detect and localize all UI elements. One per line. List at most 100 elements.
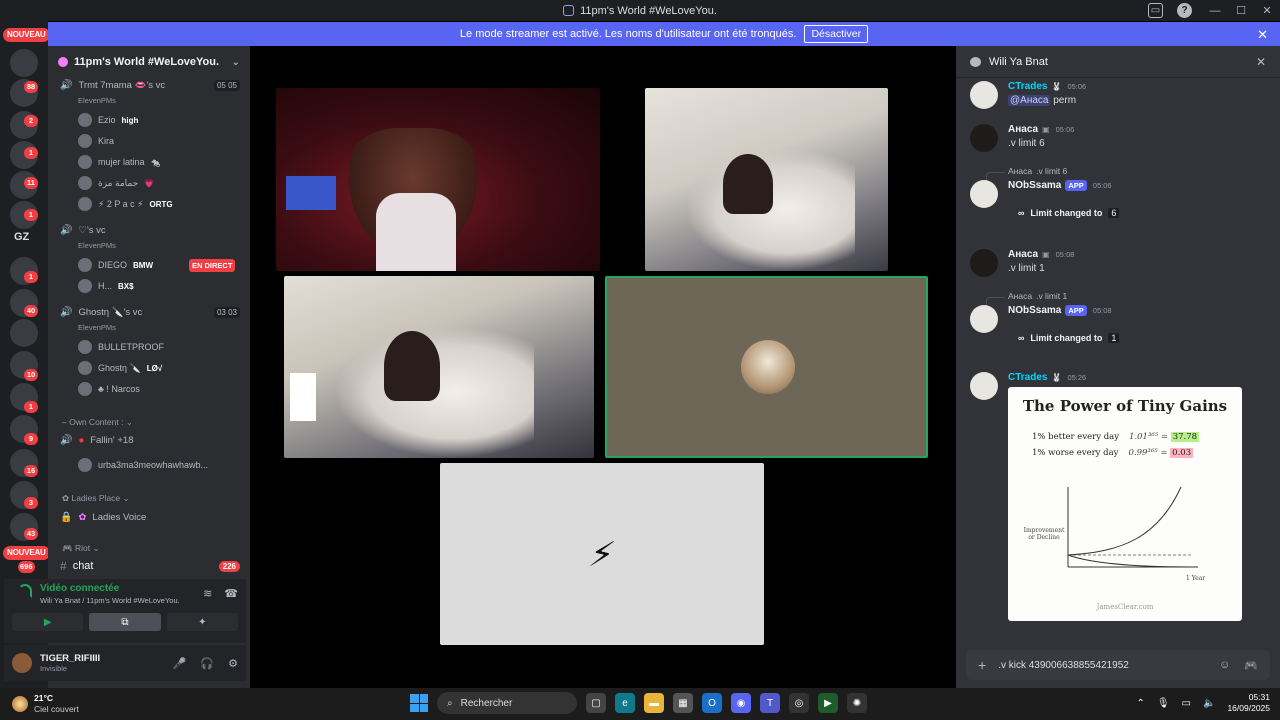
server-gz[interactable]: GZ	[14, 231, 29, 243]
noise-suppression-icon[interactable]: ≋	[203, 587, 212, 600]
text-channel-chat[interactable]: # chat 226	[60, 559, 240, 573]
close-window-button[interactable]: ✕	[1254, 4, 1280, 17]
discord-logo-icon	[563, 5, 575, 16]
avatar[interactable]	[970, 81, 998, 109]
video-tile-speaking[interactable]	[605, 276, 928, 458]
microphone-icon[interactable]: 🎙	[1157, 698, 1170, 709]
outlook-icon[interactable]: O	[702, 693, 722, 713]
teams-icon[interactable]: T	[760, 693, 780, 713]
disable-streamer-mode-button[interactable]: Désactiver	[804, 25, 869, 43]
text-channel-name: chat	[72, 560, 94, 572]
weather-widget[interactable]: 21°C Ciel couvert	[12, 693, 79, 715]
network-icon[interactable]: ▭	[1182, 698, 1191, 709]
microphone-icon[interactable]: 🎤	[173, 657, 187, 670]
windows-start-icon[interactable]	[410, 694, 428, 712]
inbox-icon[interactable]: ▭	[1148, 3, 1163, 18]
voice-member[interactable]: Kira	[78, 134, 243, 148]
voice-channel[interactable]: 🔊 Ghostη 🔪's vc 03 03	[60, 307, 240, 318]
file-explorer-icon[interactable]: ▬	[644, 693, 664, 713]
settings-gear-icon[interactable]: ⚙	[228, 657, 238, 670]
attach-plus-icon[interactable]: +	[978, 657, 986, 673]
voice-member[interactable]: mujer latina 🐀	[78, 155, 243, 169]
message-author[interactable]: CTrades	[1008, 81, 1047, 92]
voice-member[interactable]: حمامة مزة 💗	[78, 176, 243, 190]
play-icon[interactable]: ▶	[818, 693, 838, 713]
avatar[interactable]	[970, 372, 998, 400]
message-author[interactable]: Анаса	[1008, 249, 1038, 260]
category-own-content[interactable]: – Own Content : ⌄	[62, 417, 133, 428]
camera-button[interactable]: ▶	[12, 613, 84, 631]
discord-icon[interactable]: ◉	[731, 693, 751, 713]
edge-icon[interactable]: e	[615, 693, 635, 713]
message-author[interactable]: NObSsama	[1008, 305, 1061, 316]
voice-member[interactable]: Ezio high	[78, 113, 243, 127]
task-view-icon[interactable]: ▢	[586, 693, 606, 713]
close-chat-icon[interactable]: ✕	[1256, 55, 1266, 69]
user-mention[interactable]: @Анаса	[1008, 95, 1051, 106]
help-icon[interactable]: ?	[1177, 3, 1192, 18]
minimize-button[interactable]: —	[1202, 5, 1228, 17]
voice-channel[interactable]: 🔊 ♡'s vc	[60, 225, 240, 236]
video-tile[interactable]	[276, 88, 600, 271]
disconnect-icon[interactable]: ☎	[224, 587, 238, 600]
voice-channel[interactable]: 🔒 ✿ Ladies Voice	[60, 512, 240, 523]
voice-channel[interactable]: 🔊 Trmt 7mama 👄's vc 05 05	[60, 80, 240, 91]
reply-reference[interactable]: Анаса .v limit 1	[985, 291, 1067, 306]
flower-icon: ✿	[78, 512, 87, 523]
message-author[interactable]: CTrades	[1008, 372, 1047, 383]
video-tile[interactable]	[645, 88, 888, 271]
store-icon[interactable]: ▦	[673, 693, 693, 713]
volume-icon[interactable]: 🔈	[1203, 698, 1215, 709]
image-attachment[interactable]: The Power of Tiny Gains 1% better every …	[1008, 387, 1242, 621]
headphones-icon[interactable]: 🎧	[200, 657, 214, 670]
avatar	[78, 361, 92, 375]
avatar[interactable]	[970, 305, 998, 333]
clock-date: 16/09/2025	[1227, 703, 1270, 713]
maximize-button[interactable]: ☐	[1228, 4, 1254, 17]
avatar[interactable]	[970, 124, 998, 152]
message-composer[interactable]: + .v kick 439006638855421952 ☺ 🎮	[966, 650, 1270, 680]
steam-icon[interactable]: ◎	[789, 693, 809, 713]
growth-curve-graphic	[1067, 486, 1198, 568]
voice-member[interactable]: urba3ma3meowhawhawb...	[78, 458, 243, 472]
composer-text[interactable]: .v kick 439006638855421952	[998, 660, 1129, 671]
clock-time: 05:31	[1248, 692, 1270, 702]
clock[interactable]: 05:31 16/09/2025	[1227, 692, 1270, 714]
avatar[interactable]	[970, 180, 998, 208]
message-author[interactable]: Анаса	[1008, 124, 1038, 135]
video-tile[interactable]: ⚡	[440, 463, 764, 645]
video-tile[interactable]	[284, 276, 594, 458]
new-badge: NOUVEAU	[3, 28, 48, 42]
reply-reference[interactable]: Анаса .v limit 6	[985, 166, 1067, 181]
taskbar-search[interactable]: ⌕ Rechercher	[437, 692, 577, 714]
member-tag: 🐀	[150, 157, 161, 167]
server-icon[interactable]	[10, 49, 38, 77]
message-author[interactable]: NObSsama	[1008, 180, 1061, 191]
emoji-icon[interactable]: ☺	[1219, 659, 1230, 672]
voice-channel[interactable]: 🔊 ● Fallin' +18	[60, 435, 240, 446]
message-body: perm	[1053, 95, 1077, 106]
screen-share-button[interactable]: ⧉	[89, 613, 161, 631]
category-ladies-place[interactable]: ✿ Ladies Place ⌄	[62, 493, 130, 504]
voice-member[interactable]: ♣ ! Narcos	[78, 382, 243, 396]
voice-member[interactable]: H... BX$	[78, 279, 243, 293]
server-icon[interactable]	[10, 319, 38, 347]
chevron-up-icon[interactable]: ⌃	[1136, 698, 1144, 709]
voice-member[interactable]: ⚡ 2 P a c ⚡ ORTG	[78, 197, 243, 211]
category-riot[interactable]: 🎮 Riot ⌄	[62, 543, 100, 554]
activity-button[interactable]: ✦	[166, 613, 238, 631]
member-name: ♣ ! Narcos	[98, 384, 140, 394]
close-banner-icon[interactable]: ✕	[1257, 27, 1268, 43]
voice-member[interactable]: Ghostη 🔪 LØ√	[78, 361, 243, 375]
chatgpt-icon[interactable]: ✺	[847, 693, 867, 713]
mention-badge: 88	[24, 81, 38, 93]
chevron-down-icon[interactable]: ⌄	[232, 57, 240, 68]
avatar[interactable]	[12, 653, 32, 673]
gamepad-icon[interactable]: 🎮	[1244, 659, 1258, 672]
avatar[interactable]	[970, 249, 998, 277]
live-badge[interactable]: EN DIRECT	[189, 259, 236, 272]
voice-member[interactable]: BULLETPROOF	[78, 340, 243, 354]
member-tag: BX$	[118, 281, 134, 291]
server-header[interactable]: 11pm's World #WeLoveYou. ⌄	[48, 46, 250, 78]
search-icon: ⌕	[447, 697, 453, 709]
